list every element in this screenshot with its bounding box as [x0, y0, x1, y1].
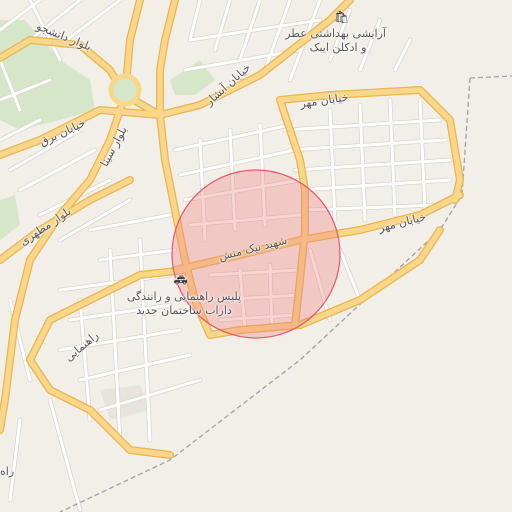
poi-police-line2: داراب ساختمان جدید [136, 304, 232, 317]
edge-label: راه [0, 465, 15, 478]
roundabout [108, 73, 142, 107]
map-canvas[interactable]: بلوار دانشجو خیابان برق بلوار سینا بلوار… [0, 0, 512, 512]
shop-icon[interactable]: 🛍 [334, 10, 349, 24]
poi-shop-label[interactable]: آرایشی بهداشتی عطر و ادکلن ایبک [285, 27, 386, 55]
poi-shop-line2: و ادکلن ایبک [309, 41, 367, 54]
poi-police-line1: پلیس راهنمایی و رانندگی [126, 290, 242, 303]
police-icon[interactable]: 🚓 [173, 271, 188, 285]
park-area [0, 195, 20, 240]
map-layer [0, 0, 512, 512]
poi-shop-line1: آرایشی بهداشتی عطر [285, 27, 386, 40]
poi-police-label[interactable]: پلیس راهنمایی و رانندگی داراب ساختمان جد… [120, 290, 248, 318]
